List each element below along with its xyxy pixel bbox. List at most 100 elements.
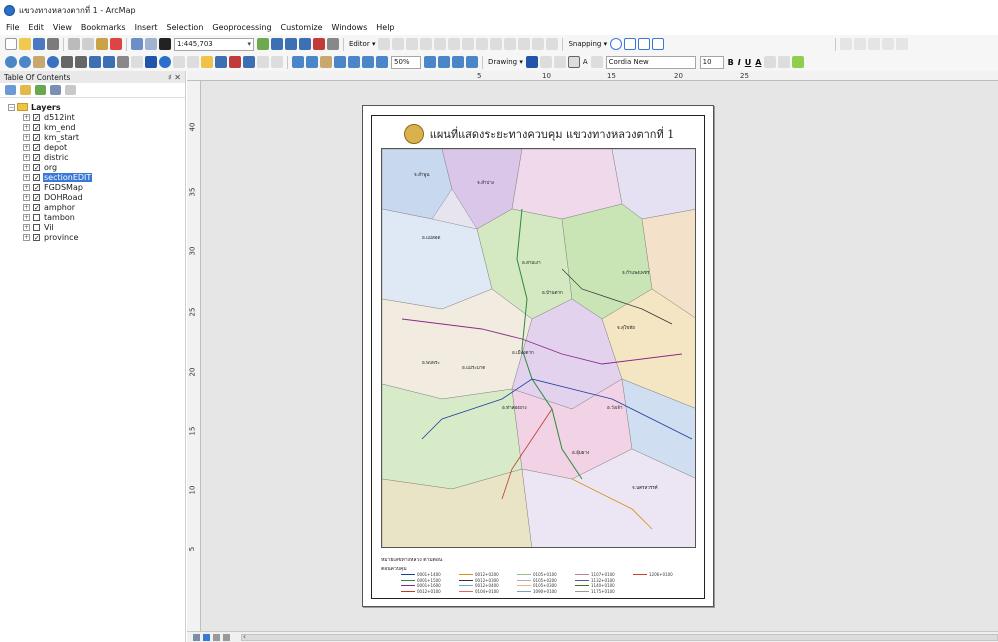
layer-name[interactable]: sectionEDIT — [43, 172, 93, 182]
marker-color-icon[interactable] — [792, 56, 805, 68]
expand-icon[interactable]: + — [23, 123, 30, 131]
font-size-combo[interactable]: 10 — [699, 55, 724, 69]
menu-selection[interactable]: Selection — [167, 23, 204, 32]
expand-icon[interactable]: + — [23, 153, 30, 161]
back-extent-icon[interactable] — [89, 56, 101, 68]
menu-insert[interactable]: Insert — [135, 23, 158, 32]
horizontal-ruler[interactable]: 5 10 15 20 25 — [187, 71, 998, 81]
table-of-contents-icon[interactable] — [271, 38, 283, 50]
expand-icon[interactable]: + — [23, 183, 30, 191]
layer-name[interactable]: Vil — [43, 223, 55, 232]
expand-icon[interactable]: + — [23, 233, 30, 241]
layer-name[interactable]: tambon — [43, 213, 76, 222]
split-icon[interactable] — [504, 38, 517, 50]
layer-visibility-checkbox[interactable]: ✓ — [33, 163, 40, 171]
rotate-element-icon[interactable] — [539, 56, 552, 68]
map-title[interactable]: แผนที่แสดงระยะทางควบคุม แขวงทางหลวงตากที… — [430, 125, 674, 143]
toggle-draft-mode-icon[interactable] — [424, 56, 436, 68]
layer-name[interactable]: depot — [43, 143, 68, 152]
menu-view[interactable]: View — [53, 23, 72, 32]
underline-button[interactable]: U — [745, 58, 752, 67]
toc-layer-row[interactable]: + ✓ depot — [23, 142, 185, 152]
list-by-drawing-order-icon[interactable] — [5, 85, 16, 95]
layer-visibility-checkbox[interactable] — [33, 223, 40, 231]
toc-layer-row[interactable]: + tambon — [23, 212, 185, 222]
python-icon[interactable] — [327, 38, 339, 50]
search-icon[interactable] — [299, 38, 311, 50]
fixed-zoom-in-layout-icon[interactable] — [362, 56, 374, 68]
layout-view-icon[interactable] — [202, 633, 210, 641]
rotate-icon[interactable] — [518, 38, 531, 50]
attributes-icon[interactable] — [532, 38, 545, 50]
edit-vertices-drawing-icon[interactable] — [590, 56, 603, 68]
fixed-zoom-in-icon[interactable] — [61, 56, 73, 68]
layer-name[interactable]: amphor — [43, 203, 76, 212]
layout-zoom-combo[interactable]: 50% — [391, 55, 421, 69]
layer-name[interactable]: org — [43, 163, 58, 172]
layer-visibility-checkbox[interactable] — [33, 213, 40, 221]
layout-page[interactable]: แผนที่แสดงระยะทางควบคุม แขวงทางหลวงตากที… — [362, 105, 714, 607]
edit-annotation-icon[interactable] — [392, 38, 405, 50]
georef-tool-icon[interactable] — [854, 38, 867, 50]
menu-edit[interactable]: Edit — [28, 23, 44, 32]
toc-layer-row[interactable]: + ✓ FGDSMap — [23, 182, 185, 192]
menu-windows[interactable]: Windows — [332, 23, 368, 32]
toc-layer-row[interactable]: + ✓ d512int — [23, 112, 185, 122]
measure-icon[interactable] — [201, 56, 213, 68]
toc-layer-row[interactable]: + ✓ sectionEDIT — [23, 172, 185, 182]
georef-tool-icon[interactable] — [896, 38, 909, 50]
find-route-icon[interactable] — [229, 56, 241, 68]
edge-snapping-icon[interactable] — [652, 38, 665, 50]
point-icon[interactable] — [448, 38, 461, 50]
trace-icon[interactable] — [434, 38, 447, 50]
layer-name[interactable]: province — [43, 233, 79, 242]
pan-icon[interactable] — [33, 56, 45, 68]
menu-help[interactable]: Help — [376, 23, 394, 32]
hyperlink-icon[interactable] — [187, 56, 199, 68]
refresh-icon[interactable] — [212, 633, 220, 641]
layer-visibility-checkbox[interactable]: ✓ — [33, 143, 40, 151]
change-layout-icon[interactable] — [452, 56, 464, 68]
expand-icon[interactable]: + — [23, 193, 30, 201]
viewer-icon[interactable] — [271, 56, 283, 68]
endpoint-arc-icon[interactable] — [420, 38, 433, 50]
toc-layer-row[interactable]: + ✓ distric — [23, 152, 185, 162]
georef-tool-icon[interactable] — [840, 38, 853, 50]
straight-segment-icon[interactable] — [406, 38, 419, 50]
menu-file[interactable]: File — [6, 23, 19, 32]
expand-icon[interactable]: + — [23, 173, 30, 181]
layer-visibility-checkbox[interactable]: ✓ — [33, 233, 40, 241]
toc-layer-row[interactable]: + ✓ amphor — [23, 202, 185, 212]
menu-bookmarks[interactable]: Bookmarks — [81, 23, 126, 32]
sketch-properties-icon[interactable] — [546, 38, 559, 50]
toc-layer-row[interactable]: + ✓ km_start — [23, 132, 185, 142]
toc-layer-row[interactable]: + ✓ org — [23, 162, 185, 172]
reshape-icon[interactable] — [476, 38, 489, 50]
layout-zoom-in-icon[interactable] — [292, 56, 304, 68]
fixed-zoom-out-icon[interactable] — [75, 56, 87, 68]
georef-tool-icon[interactable] — [882, 38, 895, 50]
horizontal-scrollbar[interactable] — [240, 632, 998, 641]
identify-icon[interactable] — [159, 56, 171, 68]
focus-data-frame-icon[interactable] — [438, 56, 450, 68]
snapping-menu[interactable]: Snapping ▾ — [568, 40, 607, 48]
expand-icon[interactable]: + — [23, 133, 30, 141]
pause-drawing-icon[interactable] — [222, 633, 230, 641]
time-slider-icon[interactable] — [257, 56, 269, 68]
layers-root[interactable]: − Layers — [8, 102, 185, 112]
open-icon[interactable] — [19, 38, 31, 50]
fill-color-icon[interactable] — [764, 56, 777, 68]
cut-polygons-icon[interactable] — [490, 38, 503, 50]
redo-icon[interactable] — [145, 38, 157, 50]
zoom-whole-page-icon[interactable] — [334, 56, 346, 68]
full-extent-icon[interactable] — [47, 56, 59, 68]
select-elements-drawing-icon[interactable] — [525, 56, 538, 68]
layer-visibility-checkbox[interactable]: ✓ — [33, 123, 40, 131]
print-icon[interactable] — [47, 38, 59, 50]
options-icon[interactable] — [65, 85, 76, 95]
toc-layer-row[interactable]: + ✓ km_end — [23, 122, 185, 132]
find-icon[interactable] — [215, 56, 227, 68]
data-view-icon[interactable] — [193, 633, 200, 641]
expand-icon[interactable]: + — [23, 203, 30, 211]
layer-name[interactable]: DOHRoad — [43, 193, 84, 202]
